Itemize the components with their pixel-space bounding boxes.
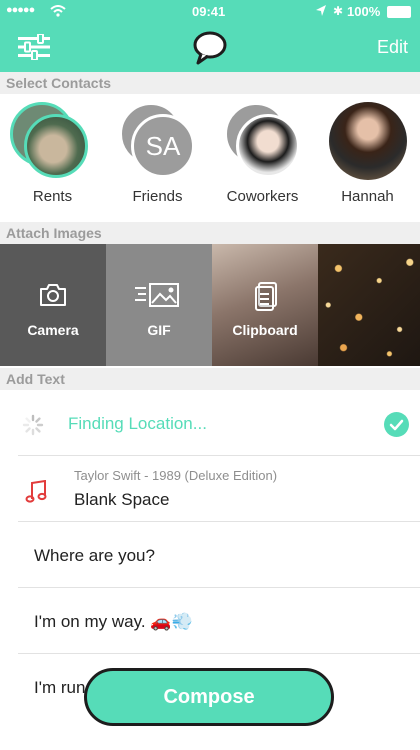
spinner-icon (22, 414, 44, 436)
contact-label: Friends (132, 188, 183, 205)
contact-rents[interactable]: Rents (0, 98, 105, 216)
message-row[interactable]: Where are you? (0, 522, 420, 588)
tile-label: GIF (147, 322, 171, 338)
avatar (24, 114, 88, 178)
camera-tile[interactable]: Camera (0, 244, 106, 366)
avatar (329, 102, 407, 180)
contact-label: Hannah (341, 188, 394, 205)
avatar (236, 114, 300, 178)
music-subtitle: Taylor Swift - 1989 (Deluxe Edition) (74, 468, 278, 483)
location-row[interactable]: Finding Location... (0, 392, 420, 456)
clipboard-icon (255, 282, 277, 311)
gif-image-icon (135, 283, 179, 307)
wifi-icon (50, 5, 66, 17)
signal-indicator: ●●●●● (6, 4, 35, 16)
avatar-initials: SA (131, 114, 195, 178)
music-title: Blank Space (74, 490, 170, 509)
clipboard-tile[interactable]: Clipboard (212, 244, 318, 366)
section-attach-images: Attach Images (0, 222, 420, 244)
battery-icon (387, 6, 411, 18)
music-note-icon (25, 480, 47, 503)
battery-percent: 100% (347, 4, 381, 19)
status-time: 09:41 (192, 4, 226, 19)
message-text: Where are you? (34, 546, 155, 565)
tile-label: Clipboard (232, 322, 298, 338)
contact-label: Coworkers (226, 188, 299, 205)
location-text: Finding Location... (68, 414, 207, 433)
contact-label: Rents (32, 188, 73, 205)
tile-label: Camera (27, 322, 79, 338)
music-row[interactable]: Taylor Swift - 1989 (Deluxe Edition) Bla… (0, 456, 420, 522)
checkmark-icon[interactable] (384, 412, 409, 437)
camera-icon (40, 284, 66, 306)
message-text: I'm on my way. 🚗💨 (34, 612, 193, 631)
photo-tile-lights[interactable] (318, 244, 420, 366)
chat-bubble-icon (193, 31, 227, 65)
sliders-icon[interactable] (18, 34, 50, 60)
app-header: ●●●●● 09:41 ✱ 100% Edit (0, 0, 420, 72)
location-arrow-icon (316, 5, 326, 16)
contact-hannah[interactable]: Hannah (315, 98, 420, 216)
contact-friends[interactable]: SA Friends (105, 98, 210, 216)
bluetooth-icon: ✱ (333, 4, 344, 18)
section-add-text: Add Text (0, 368, 420, 390)
message-text: I'm run (34, 678, 86, 697)
contact-coworkers[interactable]: Coworkers (210, 98, 315, 216)
gif-tile[interactable]: GIF (106, 244, 212, 366)
section-select-contacts: Select Contacts (0, 72, 420, 94)
edit-button[interactable]: Edit (377, 37, 408, 58)
compose-button[interactable]: Compose (84, 668, 334, 726)
message-row[interactable]: I'm on my way. 🚗💨 (0, 588, 420, 654)
